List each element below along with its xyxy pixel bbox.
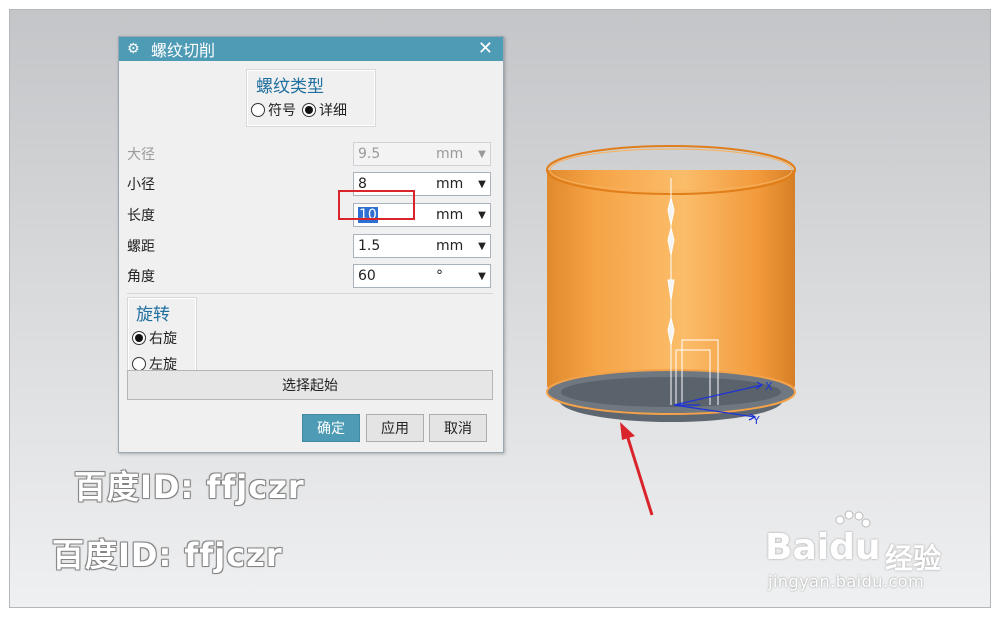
thread-type-title: 螺纹类型 (256, 77, 324, 97)
angle-label: 角度 (127, 269, 155, 285)
select-start-button[interactable]: 选择起始 (127, 370, 493, 400)
rotation-group: 旋转 右旋 左旋 (127, 297, 197, 379)
length-label: 长度 (127, 208, 155, 224)
cancel-button[interactable]: 取消 (429, 414, 487, 442)
axis-label-y: Y (752, 414, 760, 427)
rotation-title: 旋转 (136, 305, 170, 325)
pitch-input[interactable]: 1.5 mm ▼ (353, 234, 491, 258)
chevron-down-icon[interactable]: ▼ (474, 271, 490, 282)
chevron-down-icon[interactable]: ▼ (474, 179, 490, 190)
major-diameter-value: 9.5 (358, 146, 381, 162)
radio-right-hand-label[interactable]: 右旋 (149, 328, 177, 348)
angle-input[interactable]: 60 ° ▼ (353, 264, 491, 288)
gear-icon: ⚙ (127, 41, 140, 57)
angle-value[interactable]: 60 (354, 268, 436, 284)
baidu-url: jingyan.baidu.com (768, 572, 925, 591)
field-major-diameter: 大径 9.5 mm ▼ (127, 141, 493, 167)
radio-symbol[interactable] (251, 103, 265, 117)
field-pitch: 螺距 1.5 mm ▼ (127, 233, 493, 259)
chevron-down-icon[interactable]: ▼ (474, 210, 490, 221)
watermark-text-1: 百度ID: ffjczr (74, 468, 305, 506)
angle-unit[interactable]: ° (436, 268, 474, 284)
radio-detailed[interactable] (302, 103, 316, 117)
baidu-jingyan: 经验 (885, 542, 942, 575)
axis-label-x: X (765, 380, 773, 393)
annotation-arrow (620, 422, 654, 516)
highlight-box (338, 190, 415, 220)
pitch-value[interactable]: 1.5 (354, 238, 436, 254)
radio-detailed-label[interactable]: 详细 (319, 100, 347, 120)
thread-type-group: 螺纹类型 符号 详细 (246, 69, 376, 127)
chevron-down-icon: ▼ (478, 148, 486, 160)
pitch-label: 螺距 (127, 239, 155, 255)
length-unit[interactable]: mm (436, 207, 474, 223)
ok-button[interactable]: 确定 (302, 414, 360, 442)
chevron-down-icon[interactable]: ▼ (474, 241, 490, 252)
apply-button[interactable]: 应用 (366, 414, 424, 442)
thread-cut-dialog: ⚙ 螺纹切削 ✕ 螺纹类型 符号 详细 大径 9.5 mm ▼ 小径 8 mm … (118, 36, 504, 453)
major-diameter-label: 大径 (127, 147, 155, 163)
minor-diameter-label: 小径 (127, 177, 155, 193)
watermark-text-2: 百度ID: ffjczr (52, 536, 283, 574)
pitch-unit[interactable]: mm (436, 238, 474, 254)
major-diameter-unit: mm (436, 146, 464, 162)
field-angle: 角度 60 ° ▼ (127, 263, 493, 289)
field-minor-diameter: 小径 8 mm ▼ (127, 171, 493, 197)
baidu-logo: Baidu (765, 527, 881, 568)
dialog-title: 螺纹切削 (151, 41, 216, 60)
field-length: 长度 10 mm ▼ (127, 202, 493, 228)
radio-right-hand[interactable] (132, 331, 146, 345)
close-icon[interactable]: ✕ (478, 37, 493, 61)
major-diameter-input: 9.5 mm ▼ (353, 142, 491, 166)
dialog-title-bar[interactable]: ⚙ 螺纹切削 ✕ (119, 37, 503, 61)
radio-symbol-label[interactable]: 符号 (268, 100, 296, 120)
minor-diameter-unit[interactable]: mm (436, 176, 474, 192)
radio-left-hand[interactable] (132, 357, 146, 371)
divider (127, 293, 493, 294)
